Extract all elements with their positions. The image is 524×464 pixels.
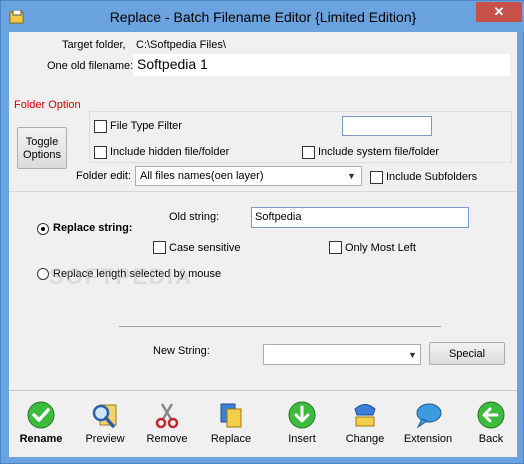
chevron-down-icon: ▼ <box>347 171 356 181</box>
include-subfolders-checkbox[interactable] <box>370 171 383 184</box>
include-subfolders-label: Include Subfolders <box>386 171 478 183</box>
radio-selected-dot <box>41 227 45 231</box>
extension-label: Extension <box>403 433 453 445</box>
bottom-toolbar: Rename Preview Remove Replace Insert Cha… <box>11 399 515 455</box>
back-label: Back <box>478 433 504 445</box>
change-icon <box>354 404 376 427</box>
case-sensitive-checkbox[interactable] <box>153 241 166 254</box>
file-type-filter-label: File Type Filter <box>110 120 182 132</box>
close-button[interactable]: ✕ <box>476 2 522 22</box>
special-button-label: Special <box>448 348 486 360</box>
old-string-label: Old string: <box>169 211 220 223</box>
folder-edit-select[interactable]: All files names(oen layer) ▼ <box>135 166 362 186</box>
replace-label: Replace <box>210 433 252 445</box>
folder-edit-label: Folder edit: <box>76 170 132 182</box>
check-icon <box>27 401 55 429</box>
target-folder-label: Target folder, <box>62 39 126 51</box>
remove-label: Remove <box>146 433 188 445</box>
toolbar-divider <box>9 390 517 391</box>
client-area: Target folder, C:\Softpedia Files\ One o… <box>9 32 517 457</box>
new-string-combobox[interactable]: ▼ <box>263 344 421 365</box>
old-filename-field[interactable]: Softpedia 1 <box>133 54 510 76</box>
toggle-options-button[interactable]: Toggle Options <box>17 127 67 169</box>
special-button[interactable]: Special <box>429 342 505 365</box>
replace-length-radio[interactable] <box>37 268 49 280</box>
magnifier-icon <box>92 404 117 428</box>
include-system-checkbox[interactable] <box>302 146 315 159</box>
change-label: Change <box>345 433 385 445</box>
change-button[interactable]: Change <box>335 399 395 451</box>
watermark: SOFTPEDIA <box>49 264 193 289</box>
remove-button[interactable]: Remove <box>137 399 197 451</box>
replace-button[interactable]: Replace <box>201 399 261 451</box>
speech-bubble-icon <box>416 403 442 429</box>
insert-button[interactable]: Insert <box>272 399 332 451</box>
file-type-filter-input[interactable] <box>342 116 432 136</box>
preview-button[interactable]: Preview <box>75 399 135 451</box>
back-button[interactable]: Back <box>461 399 521 451</box>
rename-button[interactable]: Rename <box>11 399 71 451</box>
only-most-left-checkbox[interactable] <box>329 241 342 254</box>
target-folder-value: C:\Softpedia Files\ <box>136 39 226 51</box>
only-most-left-label: Only Most Left <box>345 242 416 254</box>
section-divider <box>9 191 517 192</box>
insert-label: Insert <box>288 433 316 445</box>
include-system-label: Include system file/folder <box>318 146 440 158</box>
folder-edit-value: All files names(oen layer) <box>140 170 264 182</box>
back-arrow-icon <box>477 401 505 429</box>
chevron-down-icon: ▼ <box>408 350 417 360</box>
include-hidden-label: Include hidden file/folder <box>110 146 230 158</box>
case-sensitive-label: Case sensitive <box>169 242 241 254</box>
replace-icon <box>220 403 242 428</box>
rename-label: Rename <box>19 433 63 445</box>
preview-label: Preview <box>85 433 125 445</box>
window-title: Replace - Batch Filename Editor {Limited… <box>109 9 417 25</box>
folder-option-heading: Folder Option <box>14 99 81 111</box>
title-bar[interactable]: Replace - Batch Filename Editor {Limited… <box>2 2 524 32</box>
app-window: Replace - Batch Filename Editor {Limited… <box>0 0 524 464</box>
new-string-label: New String: <box>153 345 210 357</box>
include-hidden-checkbox[interactable] <box>94 146 107 159</box>
file-type-filter-checkbox[interactable] <box>94 120 107 133</box>
down-arrow-icon <box>288 401 316 429</box>
old-string-input[interactable]: Softpedia <box>251 207 469 228</box>
replace-string-radio[interactable] <box>37 223 49 235</box>
replace-string-label: Replace string: <box>53 222 133 234</box>
old-filename-label: One old filename: <box>47 60 134 72</box>
old-string-value: Softpedia <box>255 211 302 223</box>
extension-button[interactable]: Extension <box>398 399 458 451</box>
separator-line <box>119 326 441 327</box>
scissors-icon <box>155 403 179 429</box>
toggle-options-line2: Options <box>23 149 61 161</box>
toggle-options-line1: Toggle <box>25 136 59 148</box>
old-filename-value: Softpedia 1 <box>137 56 208 72</box>
